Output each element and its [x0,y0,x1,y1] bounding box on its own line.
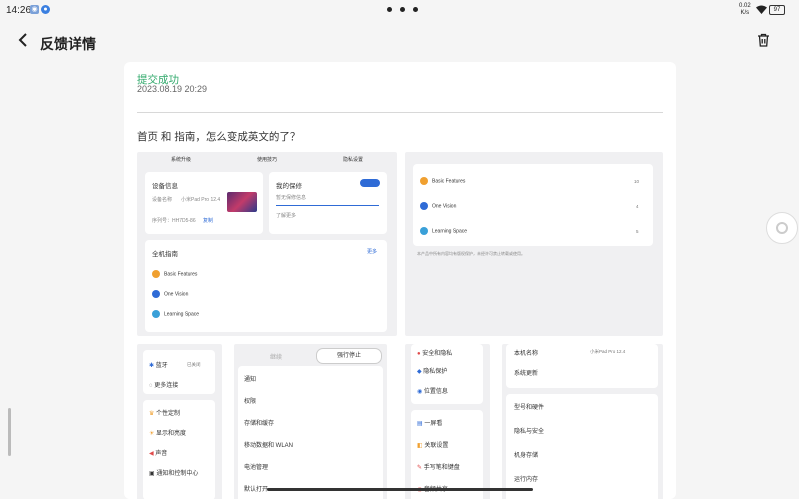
guide-list-card: Basic Features 10 One Vision 4 Learning … [413,164,653,246]
attachment-image-4[interactable]: 继续 强行停止 通知 权限 存储和缓存 移动数据和 WLAN 电池管理 默认打开 [234,344,387,499]
footnote: 本产品中所有内容均有版权保护，未经许可禁止转载或使用。 [417,251,525,256]
guide-more: 更多 [367,249,378,255]
home-indicator[interactable] [267,488,533,491]
multitask-dots[interactable] [387,7,418,12]
header: 反馈详情 [0,26,799,58]
tablet-image [227,192,257,212]
settings-row: 系统更新 [514,371,539,377]
settings-row: 存储和缓存 [244,421,275,427]
warranty-link: 了解更多 [276,213,297,219]
copy-link: 复制 [203,218,214,224]
scrollbar[interactable] [8,408,11,456]
settings-row: 默认打开 [244,487,269,493]
battery-icon: 97 [769,5,785,15]
shot5-card-2: ▤ 一屏看 ◧ 关联设置 ✎ 手写笔和键盘 ◎ 音频共享 [411,410,483,499]
warranty-text: 暂无保修信息 [276,195,307,201]
device-info-title: 设备信息 [152,183,178,190]
shot5-card-1: ● 安全和隐私 ◆ 隐私保护 ◉ 位置信息 [411,344,483,404]
settings-row: ▤ 一屏看 [417,421,443,427]
settings-row: ● 安全和隐私 [417,351,453,357]
attachment-image-5[interactable]: ● 安全和隐私 ◆ 隐私保护 ◉ 位置信息 ▤ 一屏看 ◧ 关联设置 ✎ 手写笔… [405,344,490,499]
device-name-value: 小米Pad Pro 12.4 [590,349,626,354]
guide-item: Learning Space [152,310,199,318]
app-notification-icon: ◉ [30,5,39,14]
serial-number: 序列号：HH7D5-86 [152,218,196,224]
shot1-tab: 隐私设置 [343,157,364,163]
settings-row: 电池管理 [244,465,269,471]
feedback-question: 首页 和 指南，怎么变成英文的了？ [137,131,301,143]
trash-icon[interactable] [757,33,770,51]
settings-row: 通知 [244,377,257,383]
settings-row: ◆ 隐私保护 [417,369,448,375]
shot3-card-1: ✱ 蓝牙 已关闭 ◌ 更多连接 [143,350,215,394]
attachment-image-1[interactable]: 系统升级 使用技巧 隐私设置 设备信息 设备名称 小米Pad Pro 12.4 … [137,152,397,336]
device-info-card: 设备信息 设备名称 小米Pad Pro 12.4 序列号：HH7D5-86 复制 [145,172,263,234]
attachment-image-6[interactable]: 本机名称 小米Pad Pro 12.4 系统更新 型号和硬件 隐私与安全 机身存… [502,344,663,499]
settings-row: 型号和硬件 [514,405,545,411]
warranty-title: 我的保修 [276,183,302,190]
net-speed: 0.02 K/s [739,3,751,16]
attachment-image-3[interactable]: ✱ 蓝牙 已关闭 ◌ 更多连接 ♛ 个性定制 ☀ 显示和亮度 ◀ 声音 ▣ 通知… [137,344,222,499]
settings-row: 权限 [244,399,257,405]
wifi-icon [756,5,767,16]
guide-title: 全机指南 [152,251,178,258]
clock: 14:26 [6,5,32,16]
settings-row: 移动数据和 WLAN [244,443,294,449]
device-name-label: 设备名称 [152,197,173,203]
settings-row: 运行内存 [514,477,539,483]
attachment-image-2[interactable]: Basic Features 10 One Vision 4 Learning … [405,152,663,336]
location-icon: ● [41,5,50,14]
shot4-list: 通知 权限 存储和缓存 移动数据和 WLAN 电池管理 默认打开 [238,366,383,499]
settings-row: ✎ 手写笔和键盘 [417,465,460,471]
settings-row: ◀ 声音 [149,451,168,457]
warranty-underline [276,205,379,206]
warranty-button [360,179,380,187]
shot3-card-2: ♛ 个性定制 ☀ 显示和亮度 ◀ 声音 ▣ 通知和控制中心 [143,400,215,499]
floating-assist-button[interactable] [766,212,798,244]
settings-row: ✱ 蓝牙 [149,363,168,369]
shot1-tab: 系统升级 [171,157,192,163]
guide-item: One Vision [420,202,456,210]
status-bar: 14:26 ◉ ● 0.02 K/s 97 [0,0,799,22]
settings-row: ◉ 位置信息 [417,389,448,395]
settings-row: 本机名称 [514,351,539,357]
page-title: 反馈详情 [40,36,96,52]
force-stop-tab: 强行停止 [316,348,382,364]
settings-row: 隐私与安全 [514,429,545,435]
device-name-value: 小米Pad Pro 12.4 [181,197,221,203]
feedback-card: 提交成功 2023.08.19 20:29 首页 和 指南，怎么变成英文的了？ … [124,62,676,499]
divider [137,112,663,113]
settings-row: ◧ 关联设置 [417,443,449,449]
guide-card: 全机指南 更多 Basic Features One Vision Learni… [145,240,387,332]
shot6-card-2: 型号和硬件 隐私与安全 机身存储 运行内存 [506,394,658,499]
shot4-tab: 继续 [270,355,283,361]
guide-item: One Vision [152,290,188,298]
back-chevron-icon[interactable] [18,32,28,52]
guide-count: 5 [636,229,639,234]
guide-count: 4 [636,204,639,209]
settings-row: ♛ 个性定制 [149,411,181,417]
guide-item: Basic Features [420,177,465,185]
settings-row: ☀ 显示和亮度 [149,431,187,437]
settings-row: ▣ 通知和控制中心 [149,471,199,477]
shot1-tab: 使用技巧 [257,157,278,163]
guide-item: Learning Space [420,227,467,235]
submit-date: 2023.08.19 20:29 [137,84,208,94]
guide-item: Basic Features [152,270,197,278]
bluetooth-value: 已关闭 [187,362,201,367]
settings-row: ◌ 更多连接 [149,383,179,389]
guide-count: 10 [634,179,640,184]
settings-row: 机身存储 [514,453,539,459]
warranty-card: 我的保修 暂无保修信息 了解更多 [269,172,387,234]
shot6-card-1: 本机名称 小米Pad Pro 12.4 系统更新 [506,344,658,388]
